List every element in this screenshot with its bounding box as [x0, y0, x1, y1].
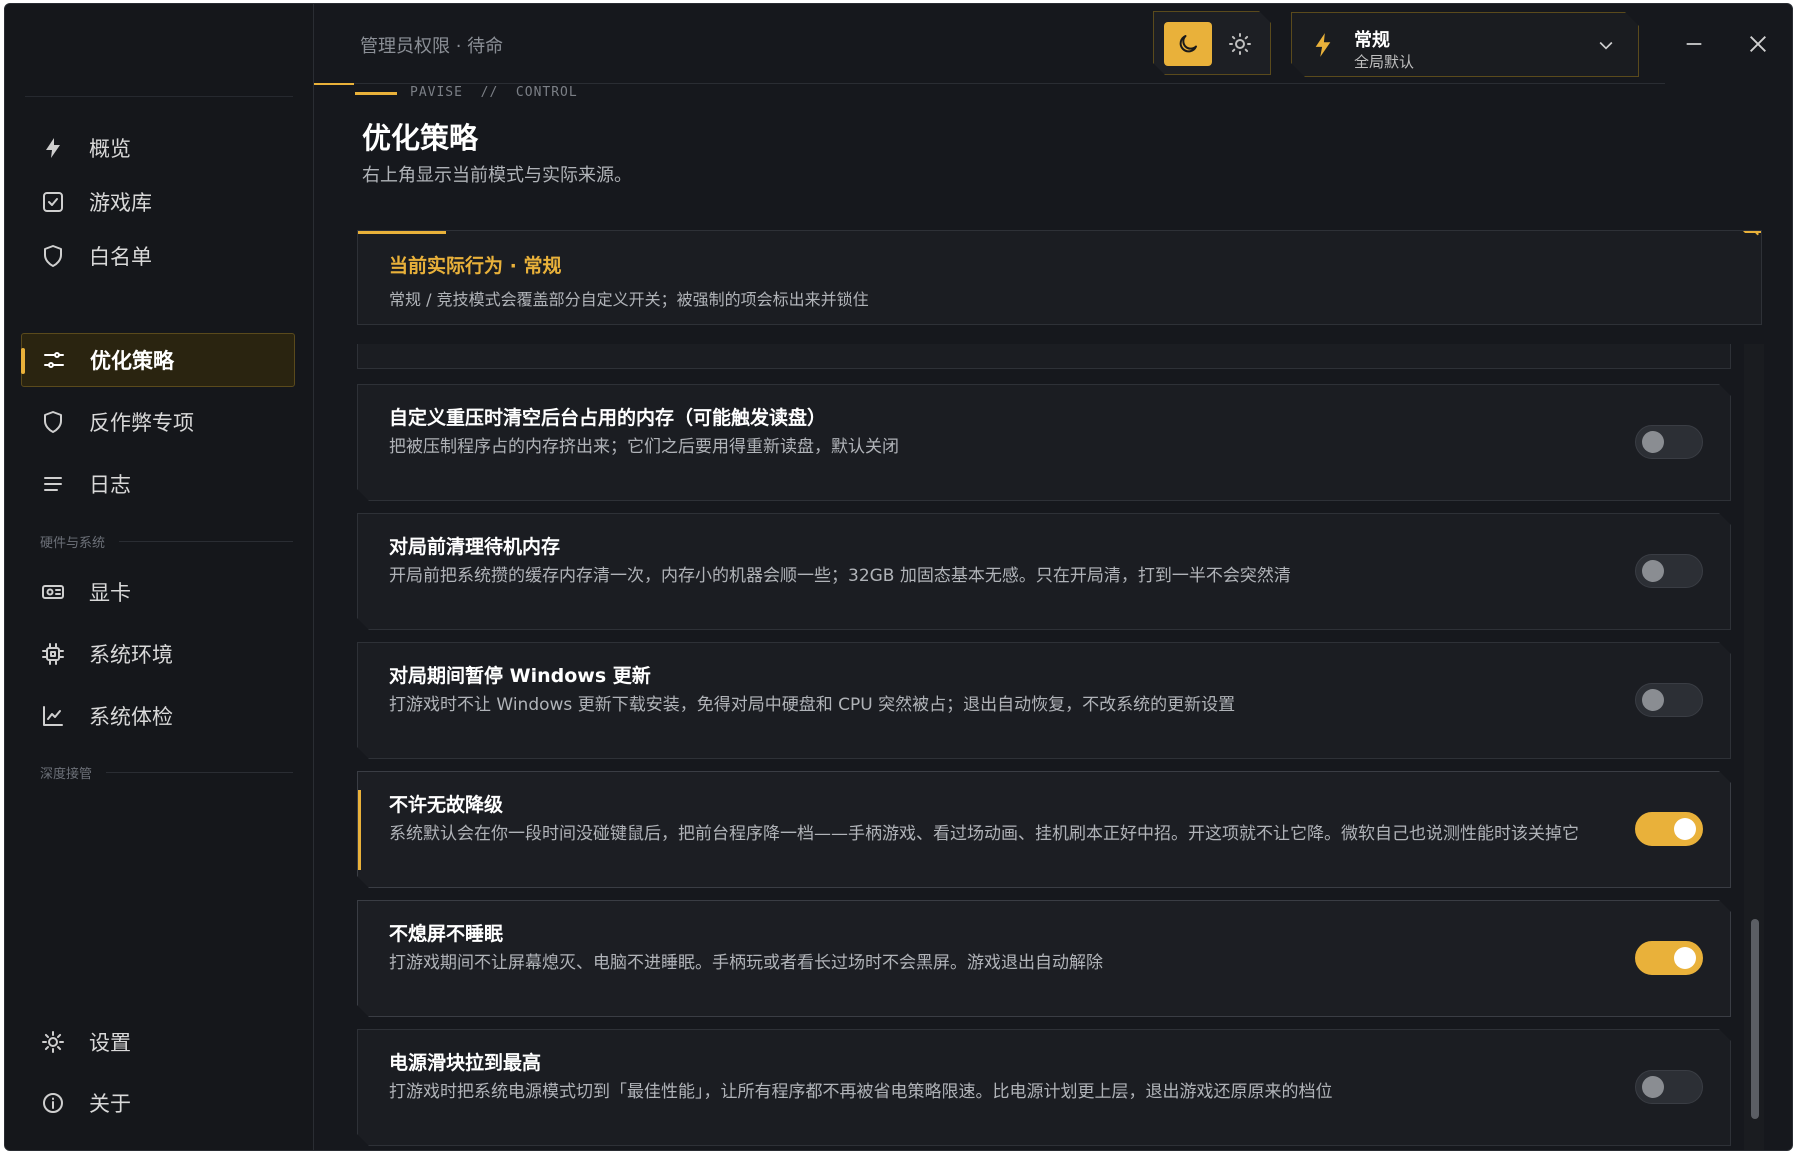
option-toggle[interactable] [1635, 683, 1703, 717]
option-title: 对局期间暂停 Windows 更新 [389, 665, 651, 687]
shield-icon [39, 408, 67, 436]
admin-status: 管理员权限 · 待命 [360, 36, 504, 57]
option-desc: 打游戏时把系统电源模式切到「最佳性能」，让所有程序都不再被省电策略限速。比电源计… [389, 1082, 1333, 1102]
sidebar-item-gpu[interactable]: 显卡 [21, 565, 295, 619]
option-title: 电源滑块拉到最高 [389, 1052, 542, 1074]
sidebar-item-whitelist[interactable]: 白名单 [21, 229, 295, 283]
scrollbar[interactable] [1744, 344, 1764, 1150]
gpu-icon [39, 578, 67, 606]
sidebar-item-overview[interactable]: 概览 [21, 121, 295, 175]
dark-mode-button[interactable] [1164, 22, 1212, 66]
option-title: 自定义重压时清空后台占用的内存（可能触发读盘） [389, 407, 827, 429]
option-card: 不许无故降级 系统默认会在你一段时间没碰键鼠后，把前台程序降一档——手柄游戏、看… [357, 771, 1731, 888]
option-title: 对局前清理待机内存 [389, 536, 561, 558]
option-desc: 把被压制程序占的内存挤出来；它们之后要用得重新读盘，默认关闭 [389, 437, 899, 457]
mode-source: 全局默认 [1354, 53, 1415, 71]
bolt-icon [1312, 32, 1334, 62]
sidebar-item-label: 设置 [89, 1031, 131, 1055]
option-title: 不许无故降级 [389, 794, 504, 816]
close-icon [1750, 36, 1766, 52]
light-mode-button[interactable] [1216, 22, 1264, 66]
chart-icon [39, 702, 67, 730]
sidebar-item-label: 游戏库 [89, 191, 152, 215]
sidebar-item-anticheat[interactable]: 反作弊专项 [21, 395, 295, 449]
sidebar-item-library[interactable]: 游戏库 [21, 175, 295, 229]
bolt-icon [39, 134, 67, 162]
sidebar-item-label: 系统环境 [89, 643, 173, 667]
option-toggle[interactable] [1635, 425, 1703, 459]
sidebar-item-about[interactable]: 关于 [21, 1076, 295, 1130]
app-window: 概览 游戏库 白名单 优化策略 反作弊专项 日志 硬件与系统 显卡 系统环境 系… [4, 3, 1793, 1151]
checkbox-icon [39, 188, 67, 216]
chip-icon [39, 640, 67, 668]
sidebar-item-label: 日志 [89, 473, 131, 497]
sidebar-item-health[interactable]: 系统体检 [21, 689, 295, 743]
scrollbar-thumb[interactable] [1751, 919, 1759, 1119]
moon-icon [1176, 32, 1200, 56]
mode-dropdown[interactable]: 常规 全局默认 [1291, 12, 1639, 77]
option-title: 不熄屏不睡眠 [389, 923, 504, 945]
sidebar-item-label: 概览 [89, 137, 131, 161]
chevron-down-icon [1596, 35, 1616, 59]
option-desc: 系统默认会在你一段时间没碰键鼠后，把前台程序降一档——手柄游戏、看过场动画、挂机… [389, 824, 1579, 844]
minimize-button[interactable] [1676, 26, 1712, 62]
behavior-title: 当前实际行为 · 常规 [389, 255, 562, 277]
option-desc: 打游戏期间不让屏幕熄灭、电脑不进睡眠。手柄玩或者看长过场时不会黑屏。游戏退出自动… [389, 953, 1103, 973]
option-toggle[interactable] [1635, 941, 1703, 975]
behavior-desc: 常规 / 竞技模式会覆盖部分自定义开关；被强制的项会标出来并锁住 [389, 290, 869, 309]
sidebar-item-settings[interactable]: 设置 [21, 1015, 295, 1069]
options-list: 自定义重压时清空后台占用的内存（可能触发读盘） 把被压制程序占的内存挤出来；它们… [357, 344, 1737, 1151]
toggle-knob [1642, 431, 1664, 453]
sidebar-item-label: 白名单 [89, 245, 152, 269]
toggle-knob [1674, 818, 1696, 840]
crumb-accent [355, 92, 397, 95]
option-card: 电源滑块拉到最高 打游戏时把系统电源模式切到「最佳性能」，让所有程序都不再被省电… [357, 1029, 1731, 1146]
shield-icon [39, 242, 67, 270]
sidebar-item-label: 优化策略 [90, 349, 174, 373]
mode-name: 常规 [1354, 30, 1390, 51]
page-title: 优化策略 [362, 121, 479, 155]
info-icon [39, 1089, 67, 1117]
sidebar-item-label: 关于 [89, 1092, 131, 1116]
option-card: 对局前清理待机内存 开局前把系统攒的缓存内存清一次，内存小的机器会顺一些；32G… [357, 513, 1731, 630]
sidebar-item-label: 系统体检 [89, 705, 173, 729]
option-toggle[interactable] [1635, 554, 1703, 588]
option-toggle[interactable] [1635, 1070, 1703, 1104]
option-card: 对局期间暂停 Windows 更新 打游戏时不让 Windows 更新下载安装，… [357, 642, 1731, 759]
sidebar-item-label: 显卡 [89, 581, 131, 605]
toggle-knob [1642, 689, 1664, 711]
list-icon [39, 470, 67, 498]
current-behavior-card: 当前实际行为 · 常规 常规 / 竞技模式会覆盖部分自定义开关；被强制的项会标出… [357, 230, 1762, 325]
sliders-icon [40, 346, 68, 374]
top-divider [809, 83, 1665, 84]
minimize-icon [1686, 43, 1702, 45]
close-button[interactable] [1740, 26, 1776, 62]
section-deep: 深度接管 [40, 763, 293, 782]
sidebar-item-policy[interactable]: 优化策略 [21, 333, 295, 387]
toggle-knob [1642, 1076, 1664, 1098]
corner-accent [1743, 231, 1761, 249]
sun-icon [1228, 32, 1252, 56]
page-subtitle: 右上角显示当前模式与实际来源。 [362, 165, 632, 186]
sidebar-item-system-env[interactable]: 系统环境 [21, 627, 295, 681]
option-desc: 开局前把系统攒的缓存内存清一次，内存小的机器会顺一些；32GB 加固态基本无感。… [389, 566, 1291, 586]
section-hardware: 硬件与系统 [40, 532, 293, 551]
sidebar-item-label: 反作弊专项 [89, 411, 194, 435]
top-accent [314, 83, 354, 85]
sidebar: 概览 游戏库 白名单 优化策略 反作弊专项 日志 硬件与系统 显卡 系统环境 系… [5, 4, 314, 1150]
sidebar-item-logs[interactable]: 日志 [21, 457, 295, 511]
option-card: 自定义重压时清空后台占用的内存（可能触发读盘） 把被压制程序占的内存挤出来；它们… [357, 384, 1731, 501]
breadcrumb: PAVISE // CONTROL [410, 85, 578, 100]
toggle-knob [1674, 947, 1696, 969]
sidebar-divider [25, 96, 293, 97]
theme-toggle [1153, 11, 1271, 75]
option-desc: 打游戏时不让 Windows 更新下载安装，免得对局中硬盘和 CPU 突然被占；… [389, 695, 1236, 715]
gear-icon [39, 1028, 67, 1056]
option-card: 不熄屏不睡眠 打游戏期间不让屏幕熄灭、电脑不进睡眠。手柄玩或者看长过场时不会黑屏… [357, 900, 1731, 1017]
option-card [357, 344, 1731, 369]
option-toggle[interactable] [1635, 812, 1703, 846]
toggle-knob [1642, 560, 1664, 582]
top-divider [354, 83, 809, 84]
